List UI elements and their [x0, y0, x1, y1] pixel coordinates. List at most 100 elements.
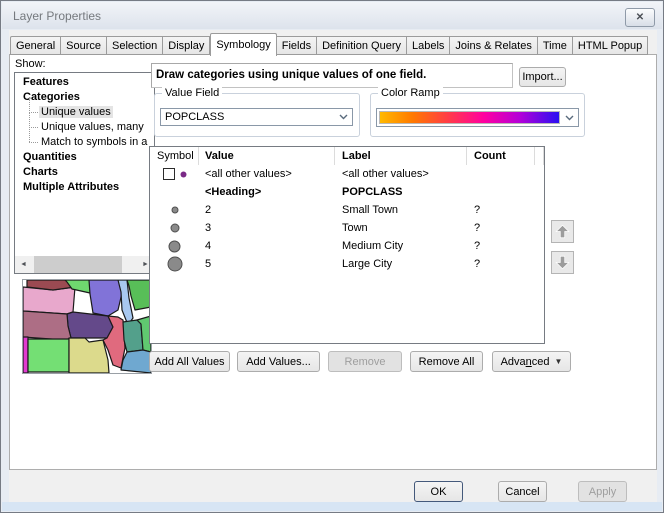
titlebar[interactable]: Layer Properties ✕ [2, 2, 662, 29]
point-symbol-icon [170, 223, 180, 233]
remove-button[interactable]: Remove [328, 351, 402, 372]
tab-display[interactable]: Display [163, 36, 210, 55]
down-arrow-icon [554, 254, 571, 271]
scrollbar-track[interactable] [32, 256, 137, 273]
label-cell: Small Town [335, 204, 467, 216]
up-arrow-icon [554, 223, 571, 240]
count-cell: ? [467, 204, 535, 216]
scroll-left-icon[interactable]: ◄ [15, 256, 32, 273]
column-header-value: Value [199, 147, 335, 165]
move-up-button[interactable] [551, 220, 574, 243]
show-tree-list: FeaturesCategories Unique valuesUnique va… [14, 72, 155, 274]
show-item-charts[interactable]: Charts [15, 165, 154, 180]
chevron-down-icon[interactable] [560, 115, 578, 121]
advanced-button[interactable]: Advanced ▼ [492, 351, 571, 372]
apply-button[interactable]: Apply [578, 481, 627, 502]
tab-bar: GeneralSourceSelectionDisplaySymbologyFi… [10, 33, 648, 55]
value-field-label: Value Field [162, 87, 222, 99]
dropdown-arrow-icon: ▼ [555, 357, 563, 366]
tab-labels[interactable]: Labels [407, 36, 450, 55]
layer-properties-dialog: Layer Properties ✕ GeneralSourceSelectio… [0, 0, 664, 513]
table-row[interactable]: 4Medium City? [150, 237, 544, 255]
table-row[interactable]: <Heading>POPCLASS [150, 183, 544, 201]
count-cell: ? [467, 240, 535, 252]
tab-selection[interactable]: Selection [107, 36, 163, 55]
show-tree: FeaturesCategories Unique valuesUnique va… [15, 75, 154, 195]
show-item-label: Categories [23, 91, 80, 103]
color-ramp-dropdown[interactable] [376, 108, 579, 127]
preview-map-image [23, 280, 151, 373]
table-row[interactable]: <all other values><all other values> [150, 165, 544, 183]
value-field-selected: POPCLASS [161, 111, 334, 123]
dialog-frame-bottom [2, 502, 662, 511]
tab-general[interactable]: General [10, 36, 61, 55]
show-item-categories[interactable]: Categories [15, 90, 154, 105]
tab-time[interactable]: Time [538, 36, 573, 55]
label-cell: Large City [335, 258, 467, 270]
value-field-dropdown[interactable]: POPCLASS [160, 108, 353, 126]
show-item-match-to-symbols-in-a[interactable]: Match to symbols in a [15, 135, 154, 150]
count-cell: ? [467, 258, 535, 270]
show-item-label: Quantities [23, 151, 77, 163]
show-item-quantities[interactable]: Quantities [15, 150, 154, 165]
show-item-unique-values-many[interactable]: Unique values, many [15, 120, 154, 135]
color-ramp-swatch [379, 111, 560, 124]
show-item-label: Unique values, many [41, 121, 144, 133]
point-symbol-icon [167, 256, 183, 272]
show-list-hscrollbar[interactable]: ◄ ► [15, 256, 154, 273]
symbol-cell[interactable] [150, 168, 199, 180]
unique-values-table[interactable]: SymbolValueLabelCount<all other values><… [149, 146, 545, 344]
color-ramp-label: Color Ramp [378, 87, 443, 99]
table-row[interactable]: 3Town? [150, 219, 544, 237]
ok-button[interactable]: OK [414, 481, 463, 502]
add-all-values-button[interactable]: Add All Values [149, 351, 230, 372]
symbol-cell[interactable] [150, 223, 199, 233]
value-cell: 3 [199, 222, 335, 234]
tab-joins-relates[interactable]: Joins & Relates [450, 36, 537, 55]
scrollbar-thumb[interactable] [34, 256, 122, 273]
all-other-values-checkbox[interactable] [163, 168, 175, 180]
show-item-features[interactable]: Features [15, 75, 154, 90]
column-header-count: Count [467, 147, 535, 165]
tab-fields[interactable]: Fields [277, 36, 317, 55]
point-symbol-icon [168, 240, 181, 253]
point-symbol-icon [171, 206, 179, 214]
label-cell: Town [335, 222, 467, 234]
remove-all-button[interactable]: Remove All [410, 351, 483, 372]
window-title: Layer Properties [13, 9, 101, 23]
value-cell: 4 [199, 240, 335, 252]
show-item-unique-values[interactable]: Unique values [15, 105, 154, 120]
column-header-symbol: Symbol [150, 147, 199, 165]
table-header-row: SymbolValueLabelCount [150, 147, 544, 165]
import-button[interactable]: Import... [519, 67, 566, 87]
table-row[interactable]: 5Large City? [150, 255, 544, 273]
close-icon: ✕ [636, 12, 644, 23]
tab-source[interactable]: Source [61, 36, 107, 55]
dialog-client-area: GeneralSourceSelectionDisplaySymbologyFi… [9, 30, 657, 505]
value-cell: <Heading> [199, 186, 335, 198]
tab-html-popup[interactable]: HTML Popup [573, 36, 648, 55]
show-label: Show: [15, 58, 46, 70]
label-cell: POPCLASS [335, 186, 467, 198]
symbology-preview-map [22, 279, 152, 374]
show-item-multiple-attributes[interactable]: Multiple Attributes [15, 180, 154, 195]
label-cell: Medium City [335, 240, 467, 252]
chevron-down-icon[interactable] [334, 114, 352, 120]
cancel-button[interactable]: Cancel [498, 481, 547, 502]
table-row[interactable]: 2Small Town? [150, 201, 544, 219]
point-symbol-icon [180, 171, 187, 178]
symbol-cell[interactable] [150, 256, 199, 272]
symbol-cell[interactable] [150, 206, 199, 214]
add-values-button[interactable]: Add Values... [237, 351, 320, 372]
tab-definition-query[interactable]: Definition Query [317, 36, 407, 55]
column-header-label: Label [335, 147, 467, 165]
tab-symbology[interactable]: Symbology [210, 33, 276, 56]
show-item-label: Multiple Attributes [23, 181, 119, 193]
symbol-cell[interactable] [150, 240, 199, 253]
value-cell: <all other values> [199, 168, 335, 180]
move-down-button[interactable] [551, 251, 574, 274]
symbology-tab-page: Show: FeaturesCategories Unique valuesUni… [9, 54, 657, 470]
label-cell: <all other values> [335, 168, 467, 180]
close-button[interactable]: ✕ [625, 8, 655, 27]
count-cell: ? [467, 222, 535, 234]
